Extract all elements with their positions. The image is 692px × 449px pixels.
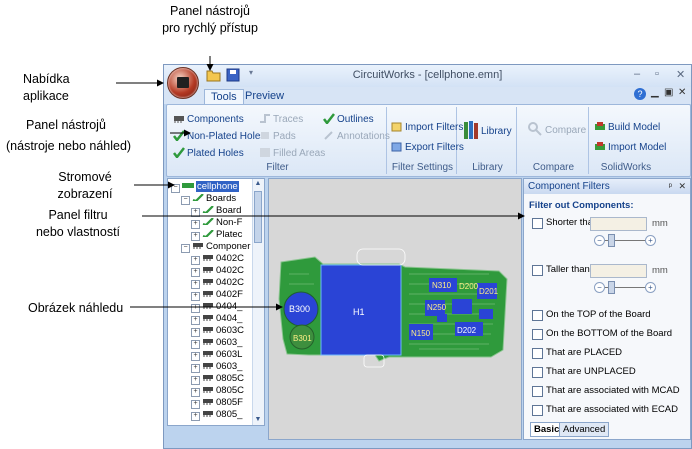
chip-icon bbox=[177, 77, 189, 88]
application-menu-button[interactable] bbox=[167, 67, 199, 99]
callout-arrows bbox=[116, 56, 525, 311]
